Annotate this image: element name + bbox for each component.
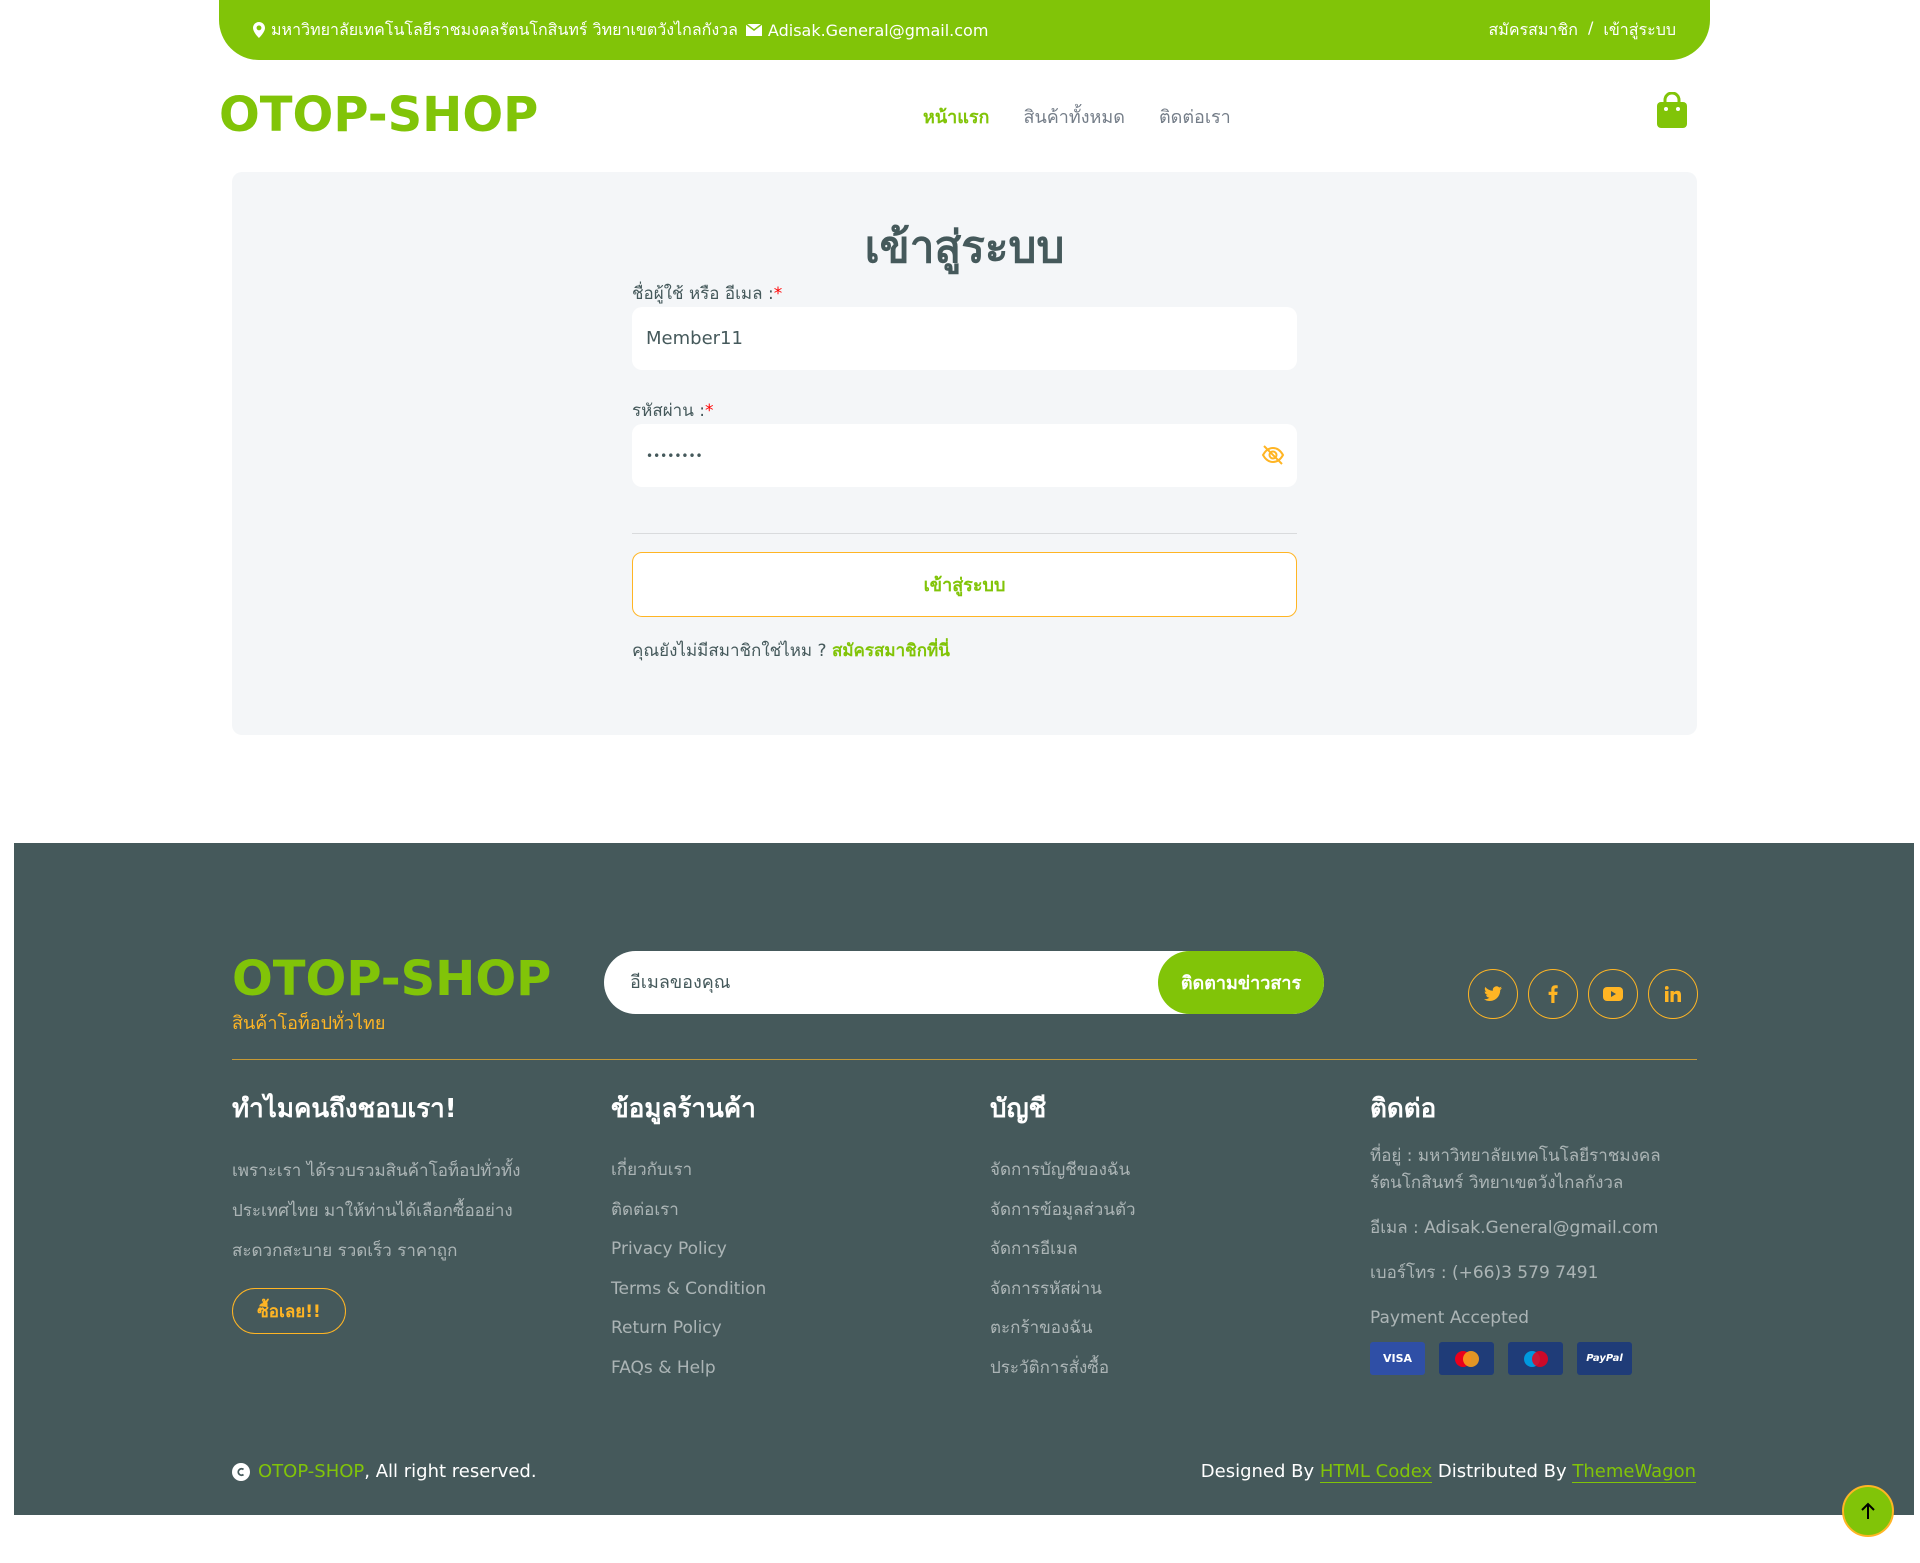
register-here-link[interactable]: สมัครสมาชิกที่นี่ xyxy=(832,641,950,661)
topbar-email: Adisak.General@gmail.com xyxy=(767,20,989,40)
footer-link-contact[interactable]: ติดต่อเรา xyxy=(611,1191,911,1231)
arrow-up-icon xyxy=(1861,1502,1875,1519)
nav-all-products[interactable]: สินค้าทั้งหมด xyxy=(1023,102,1125,131)
topbar-address: มหาวิทยาลัยเทคโนโลยีราชมงคลรัตนโกสินทร์ … xyxy=(271,19,738,39)
login-link[interactable]: เข้าสู่ระบบ xyxy=(1603,18,1676,43)
footer-link-privacy[interactable]: Privacy Policy xyxy=(611,1230,911,1270)
shopping-bag-icon[interactable] xyxy=(1655,92,1689,130)
credits: Designed By HTML Codex Distributed By Th… xyxy=(1200,1461,1696,1483)
maestro-icon xyxy=(1508,1342,1563,1375)
distributed-by-label: Distributed By xyxy=(1437,1461,1567,1482)
copyright-brand[interactable]: OTOP-SHOP xyxy=(258,1461,364,1482)
username-value: Member11 xyxy=(646,328,743,349)
subscribe-button[interactable]: ติดตามข่าวสาร xyxy=(1158,951,1324,1014)
back-to-top-button[interactable] xyxy=(1842,1485,1894,1537)
footer-col-account: บัญชี จัดการบัญชีของฉัน จัดการข้อมูลส่วน… xyxy=(990,1088,1290,1388)
contact-address: ที่อยู่ : มหาวิทยาลัยเทคโนโลยีราชมงคล รั… xyxy=(1370,1146,1661,1193)
password-value: •••••••• xyxy=(646,448,703,463)
required-mark: * xyxy=(704,401,714,421)
social-links xyxy=(1468,969,1698,1019)
footer-col-shop-info: ข้อมูลร้านค้า เกี่ยวกับเรา ติดต่อเรา Pri… xyxy=(611,1088,911,1388)
register-prompt: คุณยังไม่มีสมาชิกใช่ไหม ? สมัครสมาชิกที่… xyxy=(632,637,950,664)
footer-logo[interactable]: OTOP-SHOP xyxy=(232,951,551,1007)
account-title: บัญชี xyxy=(990,1094,1047,1124)
distributor-link[interactable]: ThemeWagon xyxy=(1572,1461,1696,1483)
main-nav: หน้าแรก สินค้าทั้งหมด ติดต่อเรา xyxy=(923,102,1231,131)
payment-accepted-label: Payment Accepted xyxy=(1370,1308,1530,1328)
contact-phone: เบอร์โทร : (+66)3 579 7491 xyxy=(1370,1263,1599,1283)
footer-link-faqs[interactable]: FAQs & Help xyxy=(611,1349,911,1389)
site-footer: OTOP-SHOP สินค้าโอท็อปทั่วไทย ติดตามข่าว… xyxy=(14,843,1914,1515)
footer-link-cart[interactable]: ตะกร้าของฉัน xyxy=(990,1309,1290,1349)
password-label-text: รหัสผ่าน : xyxy=(632,401,705,421)
login-title: เข้าสู่ระบบ xyxy=(864,222,1065,273)
footer-link-my-account[interactable]: จัดการบัญชีของฉัน xyxy=(990,1151,1290,1191)
footer-link-password[interactable]: จัดการรหัสผ่าน xyxy=(990,1270,1290,1310)
footer-tagline: สินค้าโอท็อปทั่วไทย xyxy=(232,1013,386,1034)
required-mark: * xyxy=(773,284,783,304)
nav-home[interactable]: หน้าแรก xyxy=(923,102,989,131)
top-auth-links: สมัครสมาชิก / เข้าสู่ระบบ xyxy=(1489,18,1677,43)
mastercard-icon xyxy=(1439,1342,1494,1375)
password-field[interactable]: •••••••• xyxy=(632,424,1297,487)
copyright-text: , All right reserved. xyxy=(364,1461,537,1482)
top-info-left: มหาวิทยาลัยเทคโนโลยีราชมงคลรัตนโกสินทร์ … xyxy=(253,18,988,43)
newsletter-email-input[interactable] xyxy=(630,951,1130,1014)
shop-info-title: ข้อมูลร้านค้า xyxy=(611,1094,756,1124)
why-us-text: สะดวกสะบาย รวดเร็ว ราคาถูก xyxy=(232,1241,458,1261)
password-label: รหัสผ่าน :* xyxy=(632,397,713,424)
login-panel: เข้าสู่ระบบ ชื่อผู้ใช้ หรือ อีเมล :* Mem… xyxy=(232,172,1697,735)
designed-by-label: Designed By xyxy=(1200,1461,1315,1482)
facebook-icon[interactable] xyxy=(1528,969,1578,1019)
top-info-bar: มหาวิทยาลัยเทคโนโลยีราชมงคลรัตนโกสินทร์ … xyxy=(219,0,1710,60)
auth-separator: / xyxy=(1587,17,1594,37)
site-logo[interactable]: OTOP-SHOP xyxy=(219,87,538,143)
envelope-icon xyxy=(745,24,762,36)
visa-icon: VISA xyxy=(1370,1342,1425,1375)
login-submit-button[interactable]: เข้าสู่ระบบ xyxy=(632,552,1297,617)
why-us-title: ทำไมคนถึงชอบเรา! xyxy=(232,1094,457,1124)
footer-link-email[interactable]: จัดการอีเมล xyxy=(990,1230,1290,1270)
username-label-text: ชื่อผู้ใช้ หรือ อีเมล : xyxy=(632,284,774,304)
copyright-icon xyxy=(232,1462,250,1481)
copyright: OTOP-SHOP, All right reserved. xyxy=(232,1461,537,1482)
why-us-text: ประเทศไทย มาให้ท่านได้เลือกซื้ออย่าง xyxy=(232,1201,513,1221)
footer-link-profile[interactable]: จัดการข้อมูลส่วนตัว xyxy=(990,1191,1290,1231)
contact-email: อีเมล : Adisak.General@gmail.com xyxy=(1370,1218,1659,1238)
footer-link-return[interactable]: Return Policy xyxy=(611,1309,911,1349)
youtube-icon[interactable] xyxy=(1588,969,1638,1019)
payment-methods: VISA PayPal xyxy=(1370,1342,1700,1375)
footer-divider xyxy=(232,1059,1697,1060)
footer-link-orders[interactable]: ประวัติการสั่งซื้อ xyxy=(990,1349,1290,1389)
eye-slash-icon[interactable] xyxy=(1261,444,1285,466)
contact-title: ติดต่อ xyxy=(1370,1094,1437,1124)
username-field[interactable]: Member11 xyxy=(632,307,1297,370)
email-item: Adisak.General@gmail.com xyxy=(745,20,989,40)
address-item: มหาวิทยาลัยเทคโนโลยีราชมงคลรัตนโกสินทร์ … xyxy=(253,18,738,43)
footer-col-contact: ติดต่อ ที่อยู่ : มหาวิทยาลัยเทคโนโลยีราช… xyxy=(1370,1088,1700,1375)
no-account-text: คุณยังไม่มีสมาชิกใช่ไหม ? xyxy=(632,641,827,661)
paypal-icon: PayPal xyxy=(1577,1342,1632,1375)
designer-link[interactable]: HTML Codex xyxy=(1319,1461,1433,1483)
main-header: OTOP-SHOP หน้าแรก สินค้าทั้งหมด ติดต่อเร… xyxy=(219,82,1689,147)
why-us-text: เพราะเรา ได้รวบรวมสินค้าโอท็อปทั่วทั้ง xyxy=(232,1161,521,1181)
nav-contact[interactable]: ติดต่อเรา xyxy=(1159,102,1231,131)
twitter-icon[interactable] xyxy=(1468,969,1518,1019)
register-link[interactable]: สมัครสมาชิก xyxy=(1489,18,1578,43)
form-divider xyxy=(632,533,1297,534)
footer-link-about[interactable]: เกี่ยวกับเรา xyxy=(611,1151,911,1191)
footer-link-terms[interactable]: Terms & Condition xyxy=(611,1270,911,1310)
username-label: ชื่อผู้ใช้ หรือ อีเมล :* xyxy=(632,280,782,307)
linkedin-icon[interactable] xyxy=(1648,969,1698,1019)
footer-col-why-us: ทำไมคนถึงชอบเรา! เพราะเรา ได้รวบรวมสินค้… xyxy=(232,1088,572,1334)
location-pin-icon xyxy=(253,22,265,38)
buy-now-button[interactable]: ซื้อเลย!! xyxy=(232,1288,346,1334)
newsletter-form: ติดตามข่าวสาร xyxy=(604,951,1324,1014)
